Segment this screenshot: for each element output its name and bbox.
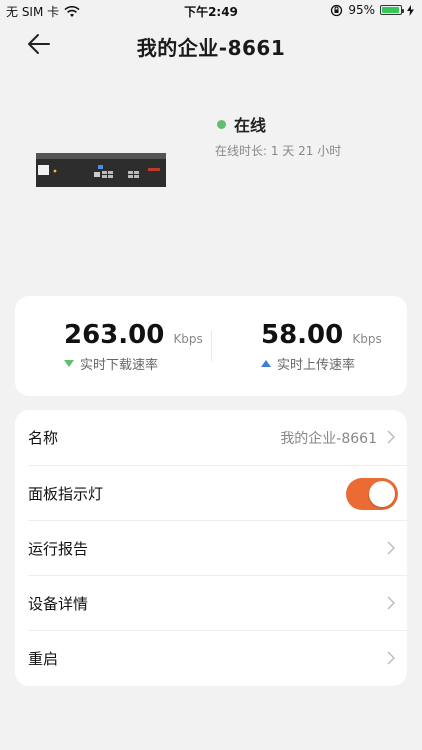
device-status: 在线 (217, 112, 266, 136)
chevron-right-icon (387, 430, 395, 444)
reboot-label: 重启 (28, 650, 59, 668)
menu-row-led: 面板指示灯 (15, 466, 407, 521)
orientation-lock-icon (331, 4, 343, 16)
led-toggle[interactable] (346, 478, 398, 510)
chevron-right-icon (387, 596, 395, 610)
charging-bolt-icon (407, 4, 414, 16)
router-device-image (36, 153, 166, 187)
page-title: 我的企业-8661 (136, 36, 286, 60)
download-unit: Kbps (173, 332, 203, 346)
download-arrow-icon (64, 360, 74, 367)
details-label: 设备详情 (28, 595, 89, 613)
upload-arrow-icon (261, 360, 271, 367)
nav-header: 我的企业-8661 (0, 22, 422, 66)
battery-icon (380, 5, 404, 15)
online-dot-icon (217, 119, 226, 129)
chevron-right-icon (387, 541, 395, 555)
upload-speed: 58.00 Kbps 实时上传速率 (261, 320, 422, 373)
status-right: 95% (330, 3, 414, 17)
download-speed: 263.00 Kbps 实时下载速率 (64, 320, 234, 373)
name-value: 我的企业-8661 (280, 430, 377, 447)
battery-percent: 95% (348, 3, 375, 17)
settings-menu: 名称 我的企业-8661 面板指示灯 运行报告 设备详情 重启 (15, 410, 407, 686)
chevron-right-icon (387, 651, 395, 665)
led-label: 面板指示灯 (28, 485, 104, 503)
status-text: 在线 (234, 116, 267, 135)
toggle-knob (369, 481, 395, 507)
menu-row-report[interactable]: 运行报告 (15, 521, 407, 576)
speed-divider (211, 331, 212, 361)
download-label: 实时下载速率 (80, 358, 159, 373)
upload-value: 58.00 (261, 320, 344, 350)
name-label: 名称 (28, 429, 59, 447)
menu-row-reboot[interactable]: 重启 (15, 631, 407, 686)
download-value: 263.00 (64, 320, 165, 350)
speed-card: 263.00 Kbps 实时下载速率 58.00 Kbps 实时上传速率 (15, 296, 407, 396)
menu-row-name[interactable]: 名称 我的企业-8661 (15, 410, 407, 465)
report-label: 运行报告 (28, 540, 89, 558)
status-bar: 无 SIM 卡 下午2:49 95% (0, 0, 422, 22)
upload-unit: Kbps (352, 332, 382, 346)
upload-label: 实时上传速率 (277, 358, 356, 373)
uptime-text: 在线时长: 1 天 21 小时 (215, 144, 342, 158)
menu-row-details[interactable]: 设备详情 (15, 576, 407, 631)
